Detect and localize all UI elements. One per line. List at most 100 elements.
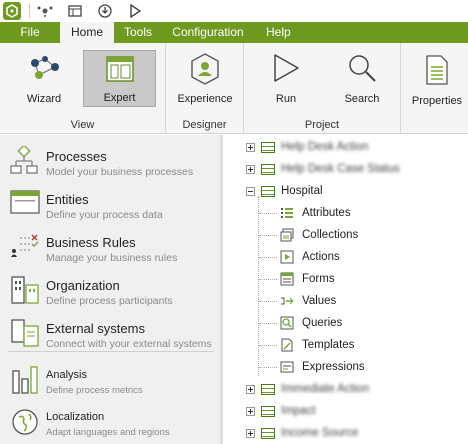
tree-node[interactable]: Impact bbox=[246, 401, 316, 421]
nav-item-analysis[interactable]: Analysis Define process metrics bbox=[0, 357, 220, 399]
tab-home[interactable]: Home bbox=[60, 22, 114, 43]
tree-child-expressions[interactable]: Expressions bbox=[280, 357, 365, 377]
tab-help[interactable]: Help bbox=[256, 22, 300, 43]
nav-subtitle: Define process participants bbox=[46, 295, 173, 307]
search-button[interactable]: Search bbox=[336, 49, 388, 107]
wizard-label: Wizard bbox=[26, 93, 62, 105]
nav-item-business-rules[interactable]: Business Rules Manage your business rule… bbox=[0, 224, 220, 266]
expand-icon[interactable] bbox=[246, 384, 255, 394]
ribbon-group-view: Wizard Expert View bbox=[0, 43, 166, 134]
table-icon bbox=[261, 405, 275, 417]
nav-divider bbox=[8, 351, 214, 352]
tree-child-actions[interactable]: Actions bbox=[280, 247, 340, 267]
tree-child-queries[interactable]: Queries bbox=[280, 313, 342, 333]
nav-item-processes[interactable]: Processes Model your business processes bbox=[0, 138, 220, 180]
table-icon bbox=[261, 163, 275, 175]
tree-child-label: Collections bbox=[302, 229, 359, 241]
tree-child-label: Templates bbox=[302, 339, 355, 351]
experience-label: Experience bbox=[177, 93, 233, 105]
tab-file[interactable]: File bbox=[0, 22, 60, 43]
search-icon bbox=[347, 53, 377, 86]
nav-title: Entities bbox=[46, 192, 89, 207]
search-label: Search bbox=[344, 93, 380, 105]
tab-tools[interactable]: Tools bbox=[114, 22, 160, 43]
run-button[interactable]: Run bbox=[260, 49, 312, 107]
download-icon[interactable] bbox=[90, 0, 120, 22]
tree-child-attributes[interactable]: Attributes bbox=[280, 203, 351, 223]
tree-child-forms[interactable]: Forms bbox=[280, 269, 335, 289]
tree-node[interactable]: Income Source bbox=[246, 423, 358, 443]
wizard-button[interactable]: Wizard bbox=[14, 49, 74, 107]
nav-title: Analysis bbox=[46, 369, 87, 381]
window-icon[interactable] bbox=[60, 0, 90, 22]
tree-node-label: Help Desk Action bbox=[281, 141, 369, 153]
tree-child-templates[interactable]: Templates bbox=[280, 335, 354, 355]
tree-child-values[interactable]: Values bbox=[280, 291, 336, 311]
expert-icon bbox=[105, 55, 135, 86]
nav-item-localization[interactable]: Localization Adapt languages and regions bbox=[0, 399, 220, 441]
nav-subtitle: Manage your business rules bbox=[46, 252, 178, 264]
tree-node-label: Hospital bbox=[281, 185, 323, 197]
run-label: Run bbox=[275, 93, 297, 105]
tree-child-collections[interactable]: Collections bbox=[280, 225, 358, 245]
experience-button[interactable]: Experience bbox=[170, 49, 240, 107]
table-icon bbox=[261, 427, 275, 439]
tree-node-label: Help Desk Case Status bbox=[281, 163, 400, 175]
group-label-project: Project bbox=[304, 119, 340, 131]
business-rules-icon bbox=[10, 232, 39, 260]
tree-guide bbox=[259, 279, 277, 280]
nav-subtitle: Define process metrics bbox=[46, 385, 143, 396]
nav-title: Business Rules bbox=[46, 235, 136, 250]
tree-node[interactable]: Help Desk Case Status bbox=[246, 159, 400, 179]
nav-title: Organization bbox=[46, 278, 120, 293]
nav-item-external-systems[interactable]: External systems Connect with your exter… bbox=[0, 310, 220, 352]
nav-title: External systems bbox=[46, 321, 145, 336]
collapse-icon[interactable] bbox=[246, 186, 255, 196]
wizard-icon bbox=[27, 53, 61, 86]
tree-child-label: Actions bbox=[302, 251, 340, 263]
title-bar bbox=[0, 0, 468, 22]
expressions-icon bbox=[280, 361, 294, 373]
forms-icon bbox=[280, 272, 294, 286]
expert-button[interactable]: Expert bbox=[83, 50, 156, 107]
tree-node[interactable]: Help Desk Action bbox=[246, 137, 369, 157]
nav-item-entities[interactable]: Entities Define your process data bbox=[0, 181, 220, 223]
collections-icon bbox=[280, 228, 294, 242]
values-icon bbox=[281, 297, 294, 305]
app-logo-icon[interactable] bbox=[3, 2, 21, 20]
tree-guide bbox=[259, 301, 277, 302]
nav-subtitle: Connect with your external systems bbox=[46, 338, 212, 350]
table-icon bbox=[261, 185, 275, 197]
left-nav: Processes Model your business processes … bbox=[0, 135, 220, 444]
expand-icon[interactable] bbox=[246, 142, 255, 152]
nav-subtitle: Define your process data bbox=[46, 209, 163, 221]
ribbon: Wizard Expert View Experience Designer R… bbox=[0, 43, 468, 134]
run-icon[interactable] bbox=[120, 0, 150, 22]
tree-guide bbox=[259, 367, 277, 368]
group-label-designer: Designer bbox=[182, 119, 227, 131]
tree-guide bbox=[259, 345, 277, 346]
expand-icon[interactable] bbox=[246, 164, 255, 174]
tree-child-label: Forms bbox=[302, 273, 335, 285]
expand-icon[interactable] bbox=[246, 428, 255, 438]
attributes-icon bbox=[281, 208, 293, 218]
ribbon-group-designer: Experience Designer bbox=[166, 43, 244, 134]
splitter[interactable] bbox=[220, 135, 223, 444]
share-icon[interactable] bbox=[30, 0, 60, 22]
nav-item-organization[interactable]: Organization Define process participants bbox=[0, 267, 220, 309]
properties-icon bbox=[425, 55, 449, 88]
nav-subtitle: Adapt languages and regions bbox=[46, 427, 170, 438]
properties-button[interactable]: Properties bbox=[407, 51, 467, 109]
tree-node[interactable]: Immediate Action bbox=[246, 379, 369, 399]
nav-subtitle: Model your business processes bbox=[46, 166, 194, 178]
tab-configuration[interactable]: Configuration bbox=[160, 22, 256, 43]
analysis-icon bbox=[10, 365, 38, 394]
expand-icon[interactable] bbox=[246, 406, 255, 416]
menu-bar: File Home Tools Configuration Help bbox=[0, 22, 468, 43]
tree-guide bbox=[258, 196, 259, 376]
tree-child-label: Expressions bbox=[302, 361, 365, 373]
tree-guide bbox=[259, 235, 277, 236]
tree-guide bbox=[259, 323, 277, 324]
external-systems-icon bbox=[10, 318, 39, 347]
globe-icon bbox=[10, 407, 38, 435]
